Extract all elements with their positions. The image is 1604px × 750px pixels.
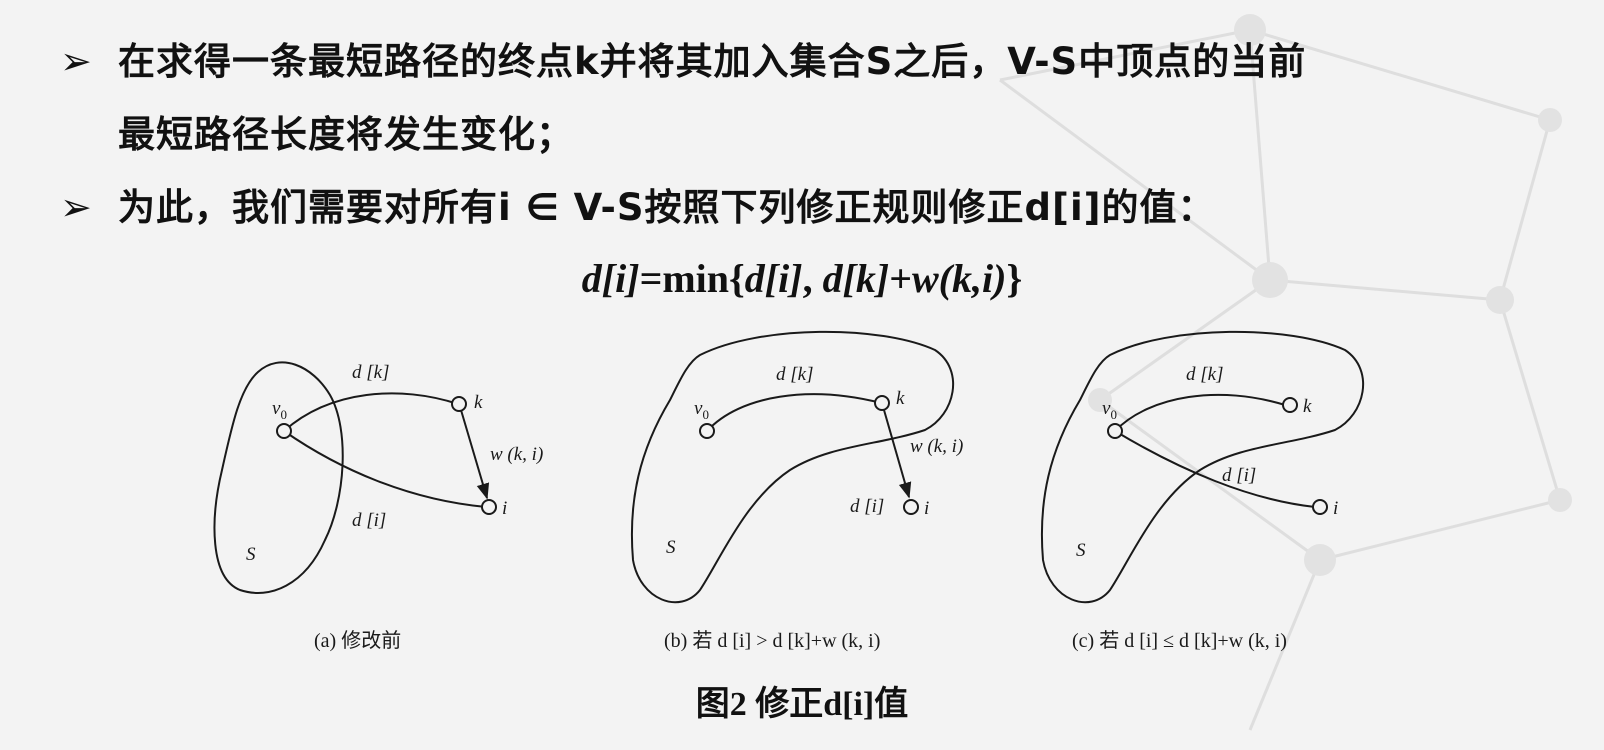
node-k-a xyxy=(451,396,467,412)
edge-v0-k-a xyxy=(283,392,459,432)
label-dk-c: d [k] xyxy=(1186,364,1223,385)
edge-v0-i-a xyxy=(283,430,487,508)
label-k-c: k xyxy=(1303,396,1312,417)
edge-k-i-b xyxy=(883,409,912,499)
edge-k-i-a xyxy=(460,409,490,500)
label-dk-a: d [k] xyxy=(352,362,389,383)
caption-a: (a) 修改前 xyxy=(314,629,401,652)
node-v0-b xyxy=(699,423,715,439)
label-di-c: d [i] xyxy=(1222,465,1256,486)
node-i-b xyxy=(903,499,919,515)
figure-title: 图2 修正d[i]值 xyxy=(695,686,909,723)
label-w-a: w (k, i) xyxy=(490,444,543,465)
label-v0-b: v0 xyxy=(694,398,709,422)
node-v0-c xyxy=(1107,423,1123,439)
label-di-a: d [i] xyxy=(352,510,386,531)
label-s-b: S xyxy=(666,537,676,558)
caption-c: (c) 若 d [i] ≤ d [k]+w (k, i) xyxy=(1072,629,1287,652)
set-boundary-a xyxy=(213,361,344,594)
label-dk-b: d [k] xyxy=(776,364,813,385)
node-v0-a xyxy=(276,423,292,439)
caption-b: (b) 若 d [i] > d [k]+w (k, i) xyxy=(664,629,880,652)
label-k-b: k xyxy=(896,388,905,409)
label-s-a: S xyxy=(246,544,256,565)
label-i-a: i xyxy=(502,498,507,519)
label-s-c: S xyxy=(1076,540,1086,561)
edge-v0-k-c xyxy=(1114,393,1286,432)
edge-v0-k-b xyxy=(706,393,882,432)
label-i-c: i xyxy=(1333,498,1338,519)
label-k-a: k xyxy=(474,392,483,413)
node-k-b xyxy=(874,395,890,411)
diagram-a xyxy=(213,361,497,594)
node-k-c xyxy=(1282,397,1298,413)
label-v0-a: v0 xyxy=(272,398,287,422)
label-di-b: d [i] xyxy=(850,496,884,517)
label-w-b: w (k, i) xyxy=(910,436,963,457)
node-i-c xyxy=(1312,499,1328,515)
diagrams-canvas: v0 k i d [k] d [i] w (k, i) S (a) 修改前 v0… xyxy=(213,330,1364,652)
label-v0-c: v0 xyxy=(1102,398,1117,422)
node-i-a xyxy=(481,499,497,515)
label-i-b: i xyxy=(924,498,929,519)
